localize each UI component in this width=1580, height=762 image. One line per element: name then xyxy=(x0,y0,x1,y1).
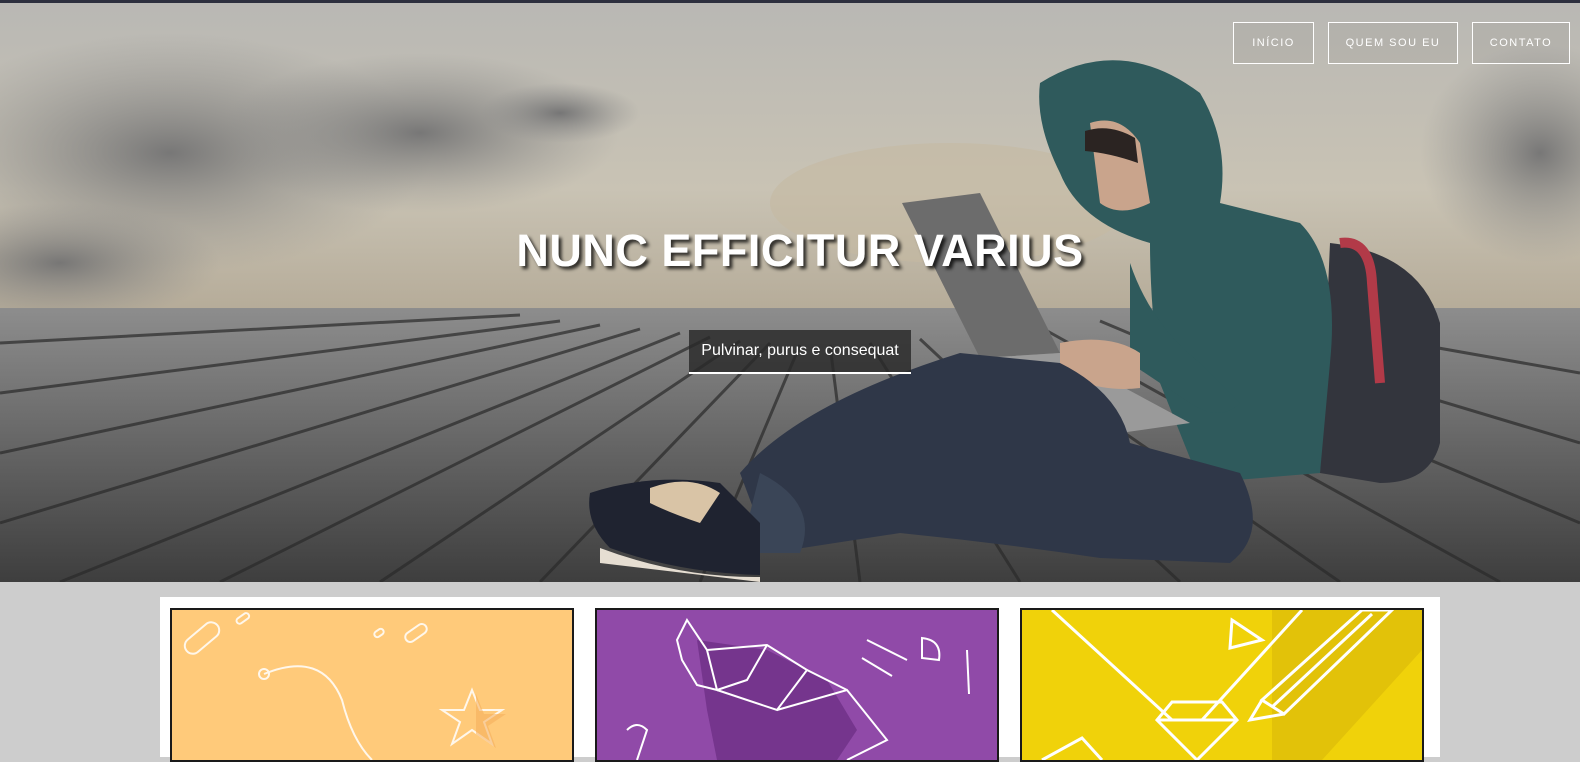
portfolio-card-3[interactable] xyxy=(1020,608,1424,762)
origami-elephant-illustration xyxy=(626,618,970,760)
portfolio-card-2[interactable] xyxy=(595,608,999,762)
nav-link-quem-sou-eu[interactable]: QUEM SOU EU xyxy=(1328,22,1458,64)
hero-cta-button[interactable]: Pulvinar, purus e consequat xyxy=(689,330,911,374)
hero-background-image xyxy=(0,3,1580,582)
main-nav: INÍCIO QUEM SOU EU CONTATO xyxy=(1233,22,1570,64)
nav-link-contato[interactable]: CONTATO xyxy=(1472,22,1570,64)
hero-title: NUNC EFFICITUR VARIUS xyxy=(516,225,1084,276)
pencil-gem-illustration xyxy=(1041,610,1422,760)
nav-link-inicio[interactable]: INÍCIO xyxy=(1233,22,1314,64)
hero-banner: INÍCIO QUEM SOU EU CONTATO NUNC EFFICITU… xyxy=(0,3,1580,582)
portfolio-card-1[interactable] xyxy=(170,608,574,762)
portfolio-grid xyxy=(160,597,1440,762)
doodle-shapes-illustration xyxy=(183,612,506,760)
